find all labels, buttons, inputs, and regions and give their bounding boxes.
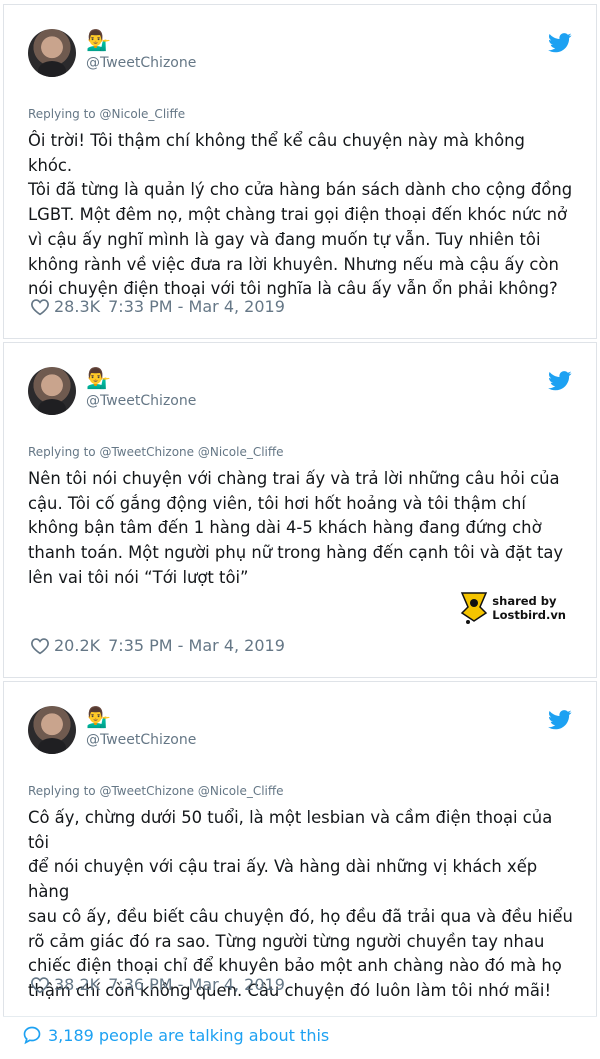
profile-emoji: 💁‍♂️ bbox=[86, 705, 111, 729]
watermark-line-1: shared by bbox=[492, 594, 557, 608]
user-handle[interactable]: @TweetChizone bbox=[86, 732, 196, 748]
watermark-line-2: Lostbird.vn bbox=[492, 608, 566, 622]
tweet-card-1[interactable]: 💁‍♂️ @TweetChizone Replying to @Nicole_C… bbox=[3, 4, 597, 339]
tweet-card-2[interactable]: 💁‍♂️ @TweetChizone Replying to @TweetChi… bbox=[3, 342, 597, 678]
replying-to[interactable]: Replying to @Nicole_Cliffe bbox=[28, 107, 185, 121]
tweet-card-3[interactable]: 💁‍♂️ @TweetChizone Replying to @TweetChi… bbox=[3, 681, 597, 1017]
like-count: 28.3K bbox=[54, 297, 101, 316]
user-handle[interactable]: @TweetChizone bbox=[86, 55, 196, 71]
tweet-text: Nên tôi nói chuyện với chàng trai ấy và … bbox=[28, 469, 564, 587]
avatar[interactable] bbox=[28, 29, 76, 77]
heart-icon[interactable] bbox=[30, 976, 50, 994]
tweet-meta: 20.2K 7:35 PM - Mar 4, 2019 bbox=[30, 636, 285, 655]
twitter-bird-icon[interactable] bbox=[548, 33, 572, 53]
user-handle[interactable]: @TweetChizone bbox=[86, 393, 196, 409]
profile-emoji: 💁‍♂️ bbox=[86, 28, 111, 52]
comment-bubble-icon bbox=[23, 1026, 41, 1045]
like-count: 38.2K bbox=[54, 975, 101, 994]
talking-about-text[interactable]: 3,189 people are talking about this bbox=[48, 1026, 329, 1045]
avatar[interactable] bbox=[28, 367, 76, 415]
timestamp[interactable]: 7:36 PM - Mar 4, 2019 bbox=[108, 975, 285, 994]
twitter-bird-icon[interactable] bbox=[548, 371, 572, 391]
tweet-meta: 28.3K 7:33 PM - Mar 4, 2019 bbox=[30, 297, 285, 316]
heart-icon[interactable] bbox=[30, 298, 50, 316]
twitter-bird-icon[interactable] bbox=[548, 710, 572, 730]
talking-about-link[interactable]: 3,189 people are talking about this bbox=[22, 1025, 329, 1045]
timestamp[interactable]: 7:33 PM - Mar 4, 2019 bbox=[108, 297, 285, 316]
tweet-meta: 38.2K 7:36 PM - Mar 4, 2019 bbox=[30, 975, 285, 994]
footer-divider bbox=[3, 1016, 597, 1017]
avatar[interactable] bbox=[28, 706, 76, 754]
profile-emoji: 💁‍♂️ bbox=[86, 366, 111, 390]
replying-to[interactable]: Replying to @TweetChizone @Nicole_Cliffe bbox=[28, 445, 284, 459]
tweet-text: Ôi trời! Tôi thậm chí không thể kể câu c… bbox=[28, 131, 573, 299]
watermark: shared by Lostbird.vn bbox=[460, 591, 566, 625]
lostbird-logo-icon bbox=[461, 592, 488, 624]
heart-icon[interactable] bbox=[30, 637, 50, 655]
like-count: 20.2K bbox=[54, 636, 101, 655]
replying-to[interactable]: Replying to @TweetChizone @Nicole_Cliffe bbox=[28, 784, 284, 798]
timestamp[interactable]: 7:35 PM - Mar 4, 2019 bbox=[108, 636, 285, 655]
tweet-text: Cô ấy, chừng dưới 50 tuổi, là một lesbia… bbox=[28, 808, 573, 1000]
